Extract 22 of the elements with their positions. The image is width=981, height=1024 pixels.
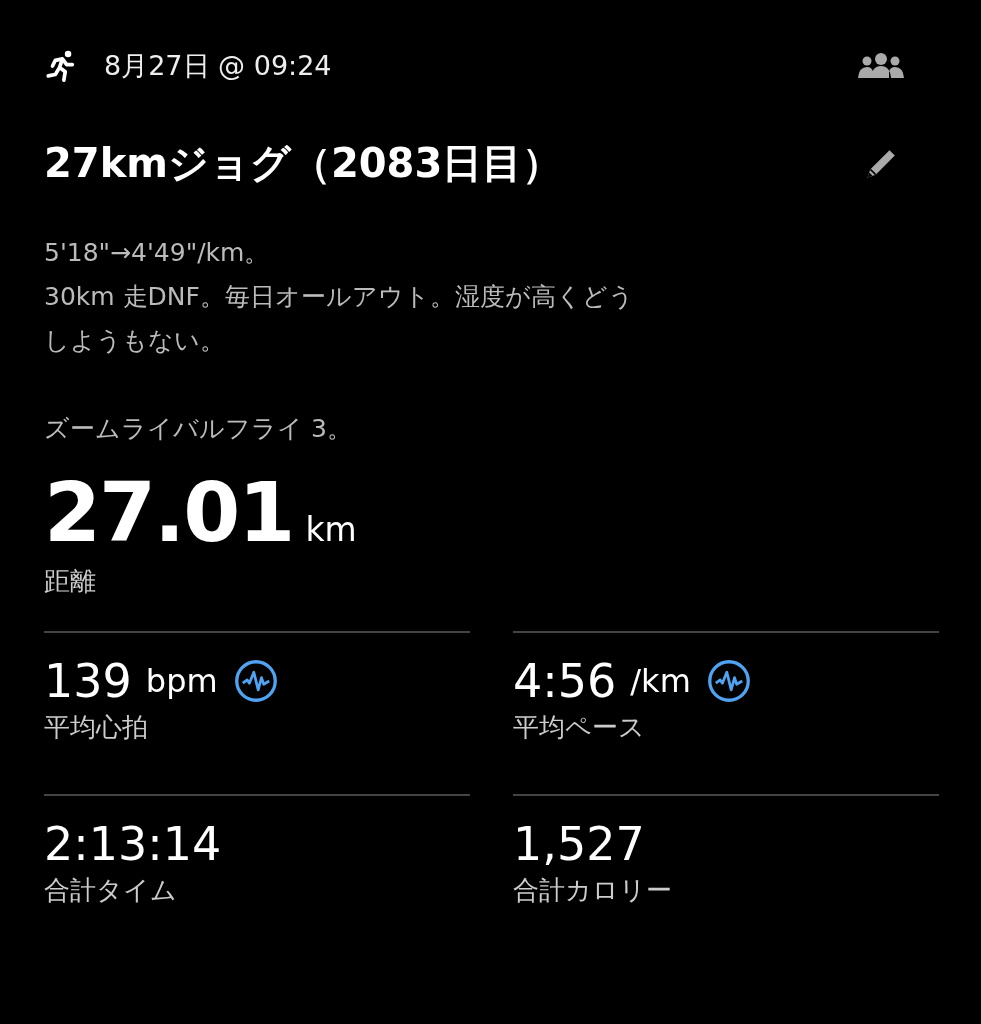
activity-date: 8月27日 @ 09:24 — [104, 49, 333, 83]
heartbeat-icon[interactable] — [233, 659, 278, 703]
stat-value: 4:56 — [513, 653, 617, 709]
distance-value: 27.01 — [44, 464, 294, 562]
description-text: 30km 走DNF。毎日オールアウト。湿度が高くどう — [44, 281, 635, 313]
stat-label: 合計カロリー — [513, 874, 673, 907]
distance-label: 距離 — [44, 565, 97, 598]
stat-label: 平均心拍 — [44, 711, 149, 744]
description-text: しようもない。 — [44, 325, 226, 357]
stat-value: 2:13:14 — [44, 816, 222, 872]
distance-unit: km — [305, 510, 357, 549]
stat-label: 合計タイム — [44, 874, 178, 907]
activity-title: 27kmジョグ（2083日目） — [44, 139, 564, 188]
stat-unit: bpm — [145, 662, 218, 700]
shoe-note: ズームライバルフライ 3。 — [44, 413, 353, 445]
description-text: 5'18"→4'49"/km。 — [44, 237, 271, 269]
stat-value: 1,527 — [513, 816, 645, 872]
stat-label: 平均ペース — [513, 711, 646, 744]
stat-value: 139 — [44, 653, 132, 709]
heartbeat-icon[interactable] — [706, 659, 751, 703]
stat-unit: /km — [630, 662, 691, 700]
group-icon[interactable] — [856, 53, 906, 79]
